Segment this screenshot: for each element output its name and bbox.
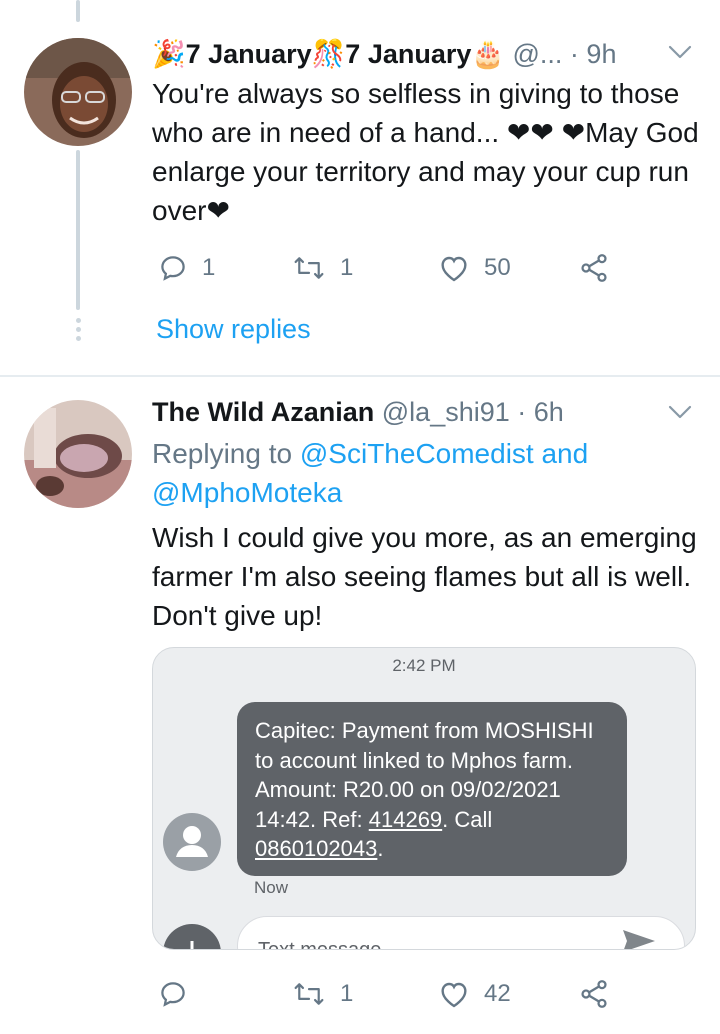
share-icon bbox=[581, 254, 607, 282]
like-button[interactable]: 42 bbox=[438, 974, 511, 1014]
thread-dots bbox=[74, 318, 82, 345]
like-count: 42 bbox=[484, 980, 511, 1007]
tweet-header: 🎉7 January🎊7 January🎂 @... · 9h bbox=[152, 38, 616, 70]
share-button[interactable] bbox=[578, 248, 610, 288]
heart-icon bbox=[441, 256, 467, 282]
avatar[interactable] bbox=[24, 400, 132, 508]
sms-input: Text message bbox=[237, 916, 685, 950]
heart-icon bbox=[441, 982, 467, 1008]
tweet-text: You're always so selfless in giving to t… bbox=[152, 78, 699, 226]
retweet-icon bbox=[294, 257, 324, 279]
retweet-button[interactable]: 1 bbox=[292, 248, 353, 288]
sms-timestamp: 2:42 PM bbox=[392, 656, 456, 675]
display-name[interactable]: 🎉7 January🎊7 January🎂 bbox=[152, 39, 505, 69]
retweet-button[interactable]: 1 bbox=[292, 974, 353, 1014]
replying-to: Replying to @SciTheComedist and @MphoMot… bbox=[152, 434, 692, 512]
thread-line-top bbox=[76, 0, 80, 22]
send-icon bbox=[623, 930, 655, 949]
share-button[interactable] bbox=[578, 974, 610, 1014]
handle-time: @la_shi91 · 6h bbox=[374, 397, 564, 427]
display-name[interactable]: The Wild Azanian bbox=[152, 397, 374, 427]
tweet-divider bbox=[0, 375, 720, 377]
sms-phone-link: 0860102043 bbox=[255, 836, 378, 861]
show-replies-link[interactable]: Show replies bbox=[156, 314, 311, 345]
chevron-down-icon[interactable] bbox=[666, 38, 694, 66]
tweet-header: The Wild Azanian @la_shi91 · 6h bbox=[152, 397, 564, 428]
attached-image[interactable]: 2:42 PM Capitec: Payment from MOSHISHI t… bbox=[152, 647, 696, 950]
thread-line bbox=[76, 150, 80, 310]
sms-bubble: Capitec: Payment from MOSHISHI to accoun… bbox=[237, 702, 627, 876]
chevron-down-icon[interactable] bbox=[666, 398, 694, 426]
tweet-actions: 1 1 50 bbox=[150, 248, 670, 288]
tweet-text: Wish I could give you more, as an emergi… bbox=[152, 522, 697, 631]
retweet-icon bbox=[294, 983, 324, 1005]
reply-icon bbox=[161, 982, 185, 1007]
avatar[interactable] bbox=[24, 38, 132, 146]
retweet-count: 1 bbox=[340, 980, 354, 1007]
like-count: 50 bbox=[484, 254, 511, 281]
contact-icon bbox=[163, 813, 221, 871]
sms-text-mid: . Call bbox=[442, 806, 493, 832]
handle-time: @... · 9h bbox=[505, 39, 617, 69]
sms-ref-link: 414269 bbox=[368, 806, 443, 832]
add-icon bbox=[163, 924, 221, 949]
retweet-count: 1 bbox=[340, 254, 354, 281]
reply-button[interactable] bbox=[158, 974, 202, 1014]
reply-button[interactable]: 1 bbox=[158, 248, 215, 288]
sms-text-end: . bbox=[377, 836, 384, 861]
tweet-actions: 1 42 bbox=[150, 974, 670, 1014]
replying-prefix: Replying to bbox=[152, 438, 300, 469]
sms-input-placeholder: Text message bbox=[258, 939, 382, 950]
sms-status: Now bbox=[254, 878, 289, 897]
reply-count: 1 bbox=[202, 254, 216, 281]
share-icon bbox=[581, 980, 607, 1008]
like-button[interactable]: 50 bbox=[438, 248, 511, 288]
reply-icon bbox=[161, 256, 185, 281]
